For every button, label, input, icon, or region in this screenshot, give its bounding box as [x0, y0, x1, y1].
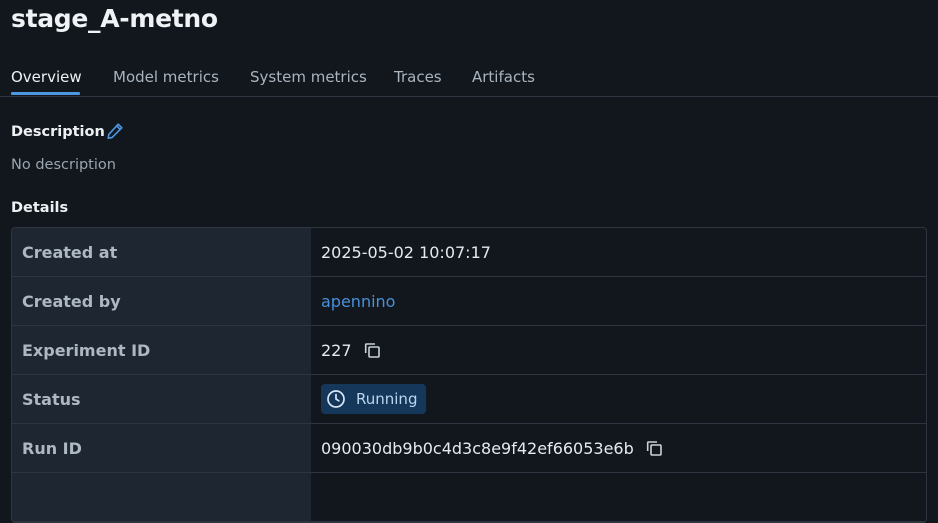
active-tab-indicator — [11, 92, 80, 95]
description-heading: Description — [11, 124, 105, 140]
table-row: Run ID 090030db9b0c4d3c8e9f42ef66053e6b — [12, 424, 926, 473]
created-at-text: 2025-05-02 10:07:17 — [321, 242, 491, 262]
next-row-label — [12, 473, 311, 521]
copy-icon[interactable] — [644, 438, 664, 458]
tab-traces[interactable]: Traces — [394, 67, 442, 87]
run-id-text: 090030db9b0c4d3c8e9f42ef66053e6b — [321, 438, 634, 458]
status-badge: Running — [321, 384, 427, 414]
pencil-icon[interactable] — [105, 121, 125, 141]
tab-overview[interactable]: Overview — [11, 67, 82, 87]
table-row: Created by apennino — [12, 277, 926, 326]
created-by-value: apennino — [311, 277, 926, 325]
experiment-id-text: 227 — [321, 340, 352, 360]
next-row-value — [311, 473, 926, 521]
experiment-id-value: 227 — [311, 326, 926, 374]
status-value: Running — [311, 375, 926, 423]
table-row: Created at 2025-05-02 10:07:17 — [12, 228, 926, 277]
experiment-id-label: Experiment ID — [12, 326, 311, 374]
tab-bar: Overview Model metrics System metrics Tr… — [0, 60, 938, 97]
run-id-value: 090030db9b0c4d3c8e9f42ef66053e6b — [311, 424, 926, 472]
created-at-value: 2025-05-02 10:07:17 — [311, 228, 926, 276]
status-label: Status — [12, 375, 311, 423]
details-table: Created at 2025-05-02 10:07:17 Created b… — [11, 227, 927, 523]
table-row-partial — [12, 473, 926, 522]
tab-artifacts[interactable]: Artifacts — [472, 67, 535, 87]
description-text: No description — [11, 157, 116, 173]
table-row: Experiment ID 227 — [12, 326, 926, 375]
status-text: Running — [356, 390, 418, 408]
created-at-label: Created at — [12, 228, 311, 276]
clock-icon — [326, 389, 346, 409]
created-by-label: Created by — [12, 277, 311, 325]
copy-icon[interactable] — [362, 340, 382, 360]
tab-system-metrics[interactable]: System metrics — [250, 67, 367, 87]
run-id-label: Run ID — [12, 424, 311, 472]
table-row: Status Running — [12, 375, 926, 424]
page-title: stage_A-metno — [11, 4, 218, 33]
created-by-link[interactable]: apennino — [321, 292, 395, 311]
tab-model-metrics[interactable]: Model metrics — [113, 67, 219, 87]
details-heading: Details — [11, 200, 69, 216]
